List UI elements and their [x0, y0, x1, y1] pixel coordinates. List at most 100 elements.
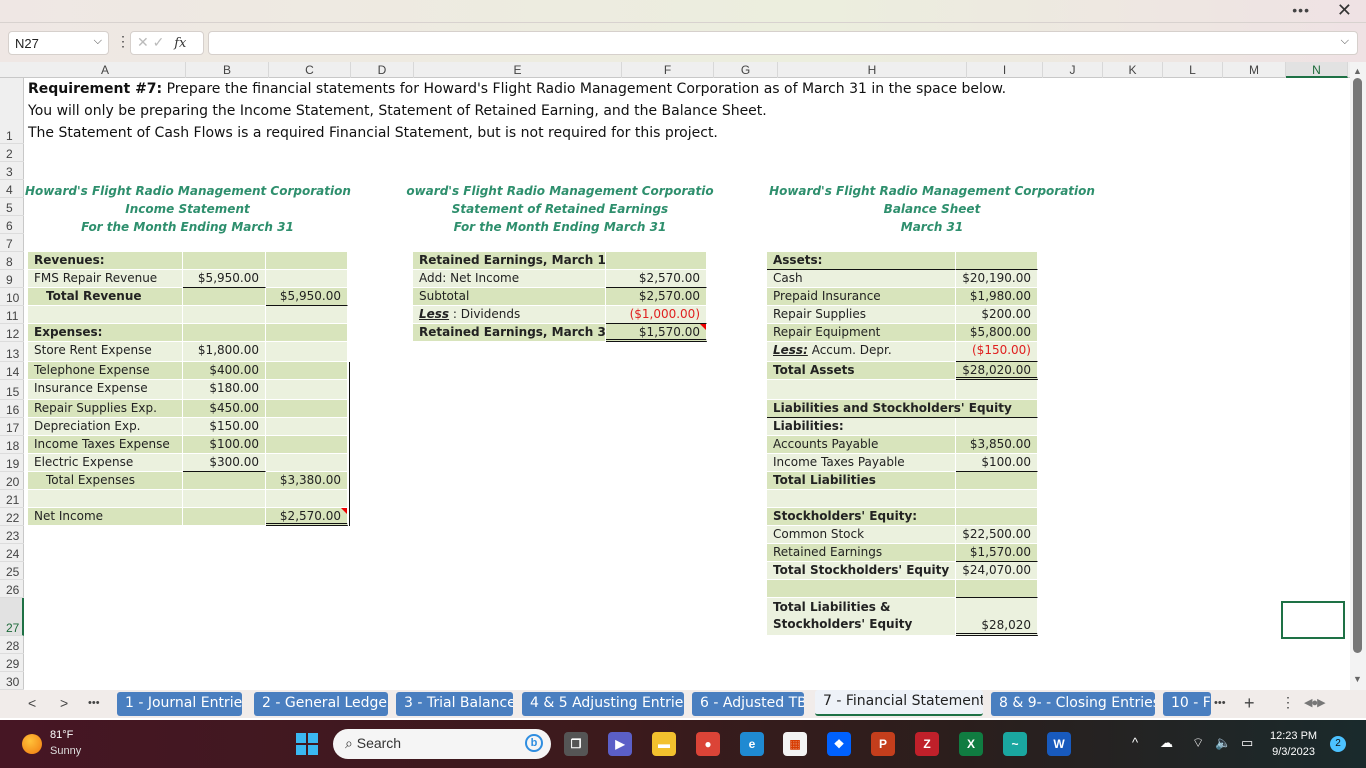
expense-item-label[interactable]: Insurance Expense: [28, 380, 183, 400]
total-revenue-label[interactable]: Total Revenue: [28, 288, 183, 306]
row-header-9[interactable]: 9: [0, 270, 24, 288]
excel-icon[interactable]: X: [959, 732, 983, 756]
expense-item-label[interactable]: Income Taxes Expense: [28, 436, 183, 454]
re-row-amount[interactable]: $1,570.00: [606, 324, 707, 342]
bs-row-amount[interactable]: $28,020.00: [956, 362, 1038, 380]
file-explorer-icon[interactable]: ▬: [652, 732, 676, 756]
column-header-g[interactable]: G: [714, 62, 778, 78]
bs-row-label[interactable]: Repair Equipment: [767, 324, 956, 342]
column-header-b[interactable]: B: [186, 62, 269, 78]
taskbar-search[interactable]: ⌕ Search b: [333, 729, 551, 759]
bs-row-label[interactable]: Cash: [767, 270, 956, 288]
row-header-27[interactable]: 27: [0, 598, 24, 636]
re-row-amount[interactable]: $2,570.00: [606, 270, 707, 288]
expense-item-amount[interactable]: $300.00: [183, 454, 266, 472]
task-view-icon[interactable]: ❐: [564, 732, 588, 756]
column-header-m[interactable]: M: [1223, 62, 1286, 78]
bs-row-amount[interactable]: $200.00: [956, 306, 1038, 324]
bs-row-label[interactable]: Total Stockholders' Equity: [767, 562, 956, 580]
empty-cell[interactable]: [266, 436, 348, 454]
bs-row-amount[interactable]: $20,190.00: [956, 270, 1038, 288]
row-header-8[interactable]: 8: [0, 252, 24, 270]
tray-chevron-icon[interactable]: ^: [1132, 735, 1138, 750]
sun-icon[interactable]: [22, 734, 42, 754]
scroll-up-icon[interactable]: ▲: [1353, 66, 1362, 76]
empty-cell[interactable]: [266, 252, 348, 270]
sheet-tab[interactable]: 6 - Adjusted TB: [692, 692, 804, 716]
bs-row-amount[interactable]: [956, 580, 1038, 598]
bs-row-amount[interactable]: [956, 508, 1038, 526]
close-icon[interactable]: ✕: [1337, 0, 1352, 21]
row-header-23[interactable]: 23: [0, 526, 24, 544]
empty-cell[interactable]: [183, 306, 266, 324]
empty-cell[interactable]: [266, 490, 348, 508]
empty-cell[interactable]: [266, 380, 348, 400]
row-header-25[interactable]: 25: [0, 562, 24, 580]
re-row-label[interactable]: Retained Earnings, March 31: [413, 324, 614, 342]
row-header-18[interactable]: 18: [0, 436, 24, 454]
bs-row-amount[interactable]: $22,500.00: [956, 526, 1038, 544]
expense-item-amount[interactable]: $450.00: [183, 400, 266, 418]
row-header-12[interactable]: 12: [0, 324, 24, 342]
word-icon[interactable]: W: [1047, 732, 1071, 756]
weather-description[interactable]: Sunny: [50, 745, 81, 757]
row-header-17[interactable]: 17: [0, 418, 24, 436]
vertical-scrollbar[interactable]: ▲ ▼: [1350, 62, 1366, 690]
prev-sheet-icon[interactable]: <: [28, 695, 36, 711]
bs-row-label[interactable]: Stockholders' Equity:: [767, 508, 956, 526]
bs-row-amount[interactable]: $3,850.00: [956, 436, 1038, 454]
column-header-k[interactable]: K: [1103, 62, 1163, 78]
bs-row-amount[interactable]: $1,570.00: [956, 544, 1038, 562]
clock[interactable]: 12:23 PM 9/3/2023: [1270, 728, 1317, 760]
empty-cell[interactable]: [266, 324, 348, 342]
cancel-icon[interactable]: ✕: [137, 34, 149, 50]
revenues-label[interactable]: Revenues:: [28, 252, 183, 270]
expenses-label[interactable]: Expenses:: [28, 324, 183, 342]
row-header-20[interactable]: 20: [0, 472, 24, 490]
column-header-a[interactable]: A: [25, 62, 186, 78]
expense-item-amount[interactable]: $150.00: [183, 418, 266, 436]
row-header-19[interactable]: 19: [0, 454, 24, 472]
row-header-2[interactable]: 2: [0, 144, 24, 162]
row-header-6[interactable]: 6: [0, 216, 24, 234]
re-row-amount[interactable]: ($1,000.00): [606, 306, 707, 324]
expense-item-amount[interactable]: $1,800.00: [183, 342, 266, 362]
expense-item-amount[interactable]: $400.00: [183, 362, 266, 380]
empty-cell[interactable]: [183, 472, 266, 490]
expense-item-label[interactable]: Repair Supplies Exp.: [28, 400, 183, 418]
re-row-label[interactable]: Subtotal: [413, 288, 606, 306]
revenue-item-label[interactable]: FMS Repair Revenue: [28, 270, 183, 288]
empty-cell[interactable]: [183, 288, 266, 306]
bs-row-label[interactable]: Total Assets: [767, 362, 956, 380]
revenue-item-amount[interactable]: $5,950.00: [183, 270, 266, 288]
expense-item-label[interactable]: Depreciation Exp.: [28, 418, 183, 436]
bs-row-label[interactable]: Common Stock: [767, 526, 956, 544]
bs-row-amount[interactable]: [956, 380, 1038, 400]
sheet-tab[interactable]: 2 - General Ledger: [254, 692, 388, 716]
sheet-tab[interactable]: 10 - F: [1163, 692, 1211, 716]
total-expenses-label[interactable]: Total Expenses: [28, 472, 183, 490]
empty-cell[interactable]: [183, 490, 266, 508]
sheet-tab[interactable]: 3 - Trial Balance: [396, 692, 513, 716]
row-header-5[interactable]: 5: [0, 198, 24, 216]
bs-row-label[interactable]: [767, 380, 956, 400]
more-sheets-icon[interactable]: •••: [88, 697, 100, 709]
column-header-n[interactable]: N: [1286, 62, 1348, 78]
comment-indicator[interactable]: [700, 324, 706, 330]
empty-cell[interactable]: [266, 270, 348, 288]
expense-item-label[interactable]: Electric Expense: [28, 454, 183, 472]
row-header-3[interactable]: 3: [0, 162, 24, 180]
bs-row-label[interactable]: Income Taxes Payable: [767, 454, 956, 472]
empty-cell[interactable]: [266, 418, 348, 436]
sheet-options-icon[interactable]: ⋮: [1281, 694, 1295, 711]
scroll-down-icon[interactable]: ▼: [1353, 674, 1362, 684]
row-header-22[interactable]: 22: [0, 508, 24, 526]
row-header-13[interactable]: 13: [0, 342, 24, 362]
empty-cell[interactable]: [183, 508, 266, 526]
re-row-label[interactable]: Retained Earnings, March 1: [413, 252, 606, 270]
bs-row-amount[interactable]: $24,070.00: [956, 562, 1038, 580]
row-header-11[interactable]: 11: [0, 306, 24, 324]
bs-row-label[interactable]: Assets:: [767, 252, 956, 270]
row-header-10[interactable]: 10: [0, 288, 24, 306]
column-header-c[interactable]: C: [269, 62, 351, 78]
